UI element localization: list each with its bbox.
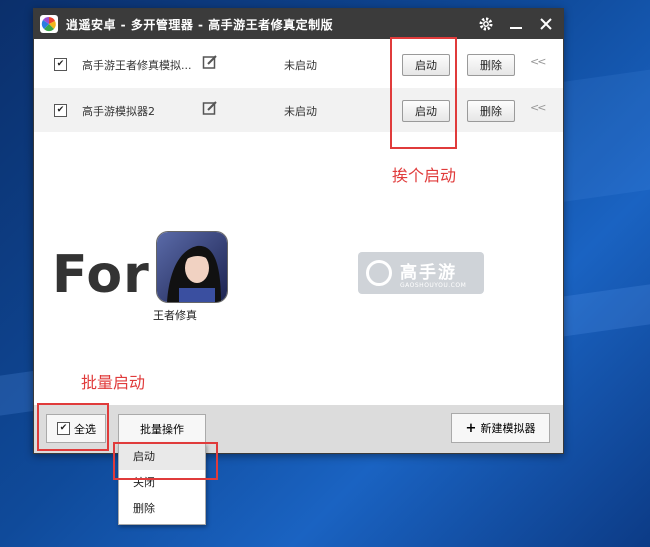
emulator-status: 未启动 xyxy=(284,59,317,72)
gaoshouyou-watermark: 高手游 GAOSHOUYOU.COM xyxy=(358,252,484,294)
for-label: For xyxy=(52,245,150,305)
multi-instance-manager-window: 逍遥安卓 - 多开管理器 - 高手游王者修真定制版 ✔ 高手游王者修真模拟...… xyxy=(33,8,564,454)
edit-icon[interactable] xyxy=(202,54,218,70)
batch-start-annotation: 批量启动 xyxy=(81,373,146,392)
gaoshouyou-logo-icon xyxy=(366,260,392,286)
emulator-name: 高手游王者修真模拟... xyxy=(82,59,192,72)
emulator-row: ✔ 高手游模拟器2 未启动 启动 删除 << xyxy=(34,88,563,132)
collapse-chevron-icon[interactable]: << xyxy=(530,101,547,114)
close-icon[interactable] xyxy=(537,15,555,33)
minimize-icon[interactable] xyxy=(507,15,525,33)
app-logo-icon xyxy=(40,15,58,33)
new-emulator-label: 新建模拟器 xyxy=(480,422,536,435)
row-checkbox[interactable]: ✔ xyxy=(54,104,67,117)
collapse-chevron-icon[interactable]: << xyxy=(530,55,547,68)
watermark-subtext: GAOSHOUYOU.COM xyxy=(400,282,467,289)
batch-operations-button[interactable]: 批量操作 xyxy=(118,414,206,443)
emulator-row: ✔ 高手游王者修真模拟... 未启动 启动 删除 << xyxy=(34,42,563,86)
start-each-annotation: 挨个启动 xyxy=(392,166,457,185)
select-all-highlight xyxy=(37,403,109,451)
title-bar[interactable]: 逍遥安卓 - 多开管理器 - 高手游王者修真定制版 xyxy=(34,9,563,39)
watermark-text: 高手游 xyxy=(400,263,457,283)
menu-item-delete[interactable]: 删除 xyxy=(119,496,205,522)
delete-button[interactable]: 删除 xyxy=(467,100,515,122)
menu-start-highlight xyxy=(113,442,218,480)
emulator-status: 未启动 xyxy=(284,105,317,118)
game-name: 王者修真 xyxy=(153,309,197,322)
edit-icon[interactable] xyxy=(202,100,218,116)
plus-icon: + xyxy=(465,420,477,436)
game-icon xyxy=(156,231,228,303)
new-emulator-button[interactable]: + 新建模拟器 xyxy=(451,413,550,443)
gear-icon[interactable] xyxy=(477,15,495,33)
row-checkbox[interactable]: ✔ xyxy=(54,58,67,71)
start-buttons-highlight xyxy=(390,37,457,149)
delete-button[interactable]: 删除 xyxy=(467,54,515,76)
emulator-name: 高手游模拟器2 xyxy=(82,105,155,118)
window-title: 逍遥安卓 - 多开管理器 - 高手游王者修真定制版 xyxy=(66,17,334,32)
